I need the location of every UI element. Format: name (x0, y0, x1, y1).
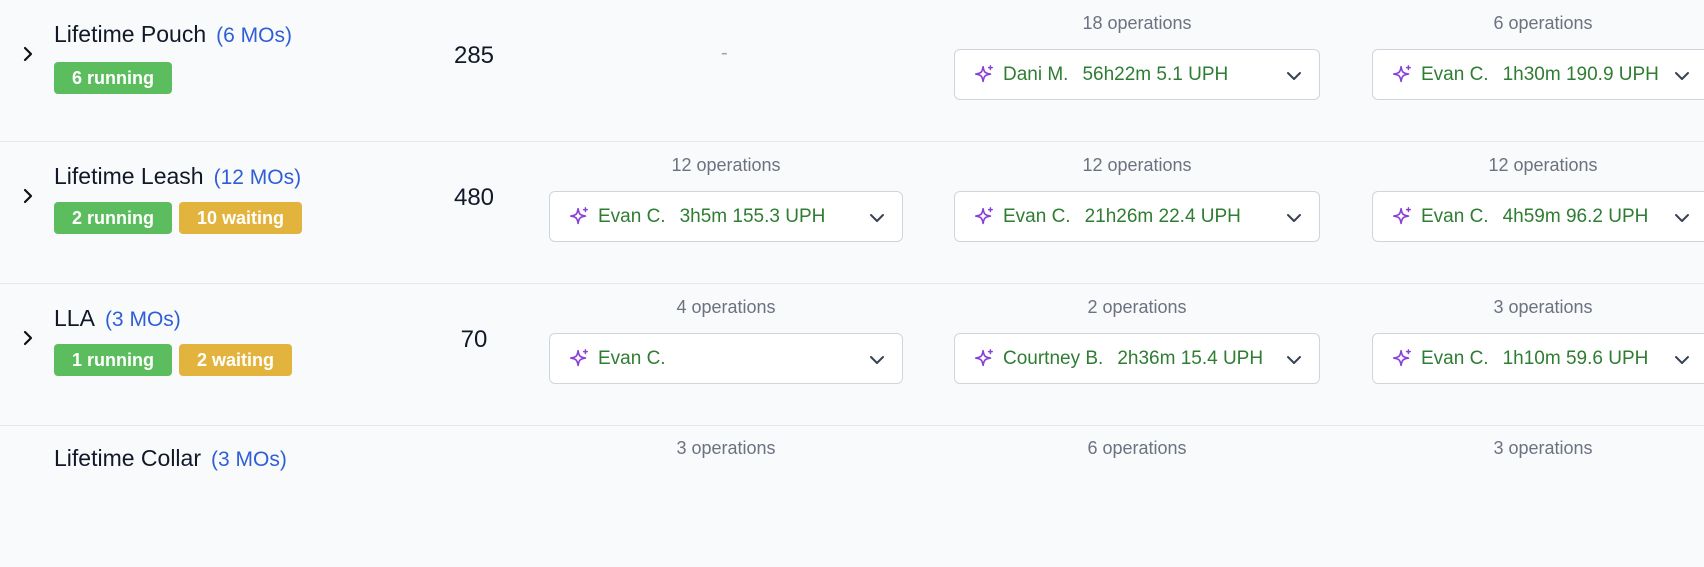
assignee-dropdown[interactable]: Evan C. 3h5m 155.3 UPH (549, 191, 903, 242)
operations-count: 4 operations (676, 297, 776, 317)
sparkle-icon (1392, 348, 1411, 366)
product-name: Lifetime Pouch (54, 21, 207, 47)
mo-count-link[interactable]: (12 MOs) (214, 166, 302, 189)
status-badges: 6 running (54, 62, 172, 94)
chevron-right-icon[interactable] (18, 44, 38, 64)
assignee-name: Evan C. (1421, 347, 1489, 369)
chevron-down-icon (1675, 72, 1689, 80)
assignee-metrics: 1h30m 190.9 UPH (1502, 63, 1659, 85)
status-badges: 1 running 2 waiting (54, 344, 293, 376)
waiting-badge: 10 waiting (179, 202, 303, 234)
assignee-dropdown[interactable]: Evan C. 21h26m 22.4 UPH (954, 191, 1320, 242)
assignee-dropdown[interactable]: Courtney B. 2h36m 15.4 UPH (954, 333, 1320, 384)
operations-count: 2 operations (1087, 297, 1187, 317)
operations-count: 6 operations (1493, 13, 1593, 33)
sparkle-icon (569, 348, 588, 366)
chevron-down-icon (1287, 356, 1301, 364)
status-badges: 2 running 10 waiting (54, 202, 303, 234)
product-title: Lifetime Leash (12 MOs) (54, 163, 301, 190)
product-name: Lifetime Leash (54, 163, 204, 189)
chevron-right-icon[interactable] (18, 186, 38, 206)
assignee-metrics: 4h59m 96.2 UPH (1502, 205, 1649, 227)
assignee-dropdown[interactable]: Evan C. (549, 333, 903, 384)
quantity: 70 (460, 326, 488, 353)
assignee-metrics: 21h26m 22.4 UPH (1084, 205, 1241, 227)
product-title: Lifetime Pouch (6 MOs) (54, 21, 292, 48)
assignee-name: Evan C. (598, 205, 666, 227)
table-row: LLA (3 MOs) 1 running 2 waiting 70 4 oper… (0, 284, 1704, 426)
assignee-metrics: 56h22m 5.1 UPH (1082, 63, 1229, 85)
chevron-down-icon (1675, 356, 1689, 364)
product-title: Lifetime Collar (3 MOs) (54, 445, 287, 472)
quantity: 480 (453, 184, 495, 211)
assignee-name: Dani M. (1003, 63, 1069, 85)
chevron-down-icon (1287, 72, 1301, 80)
assignee-name: Evan C. (1421, 63, 1489, 85)
operations-count: 12 operations (1082, 155, 1192, 175)
mo-count-link[interactable]: (6 MOs) (216, 24, 292, 47)
operations-count: 3 operations (1493, 297, 1593, 317)
operations-count: 3 operations (676, 438, 776, 458)
chevron-down-icon (1287, 214, 1301, 222)
mo-count-link[interactable]: (3 MOs) (211, 448, 287, 471)
assignee-dropdown[interactable]: Evan C. 1h30m 190.9 UPH (1372, 49, 1704, 100)
running-badge: 1 running (54, 344, 172, 376)
product-title: LLA (3 MOs) (54, 305, 181, 332)
assignee-name: Evan C. (1003, 205, 1071, 227)
sparkle-icon (974, 64, 993, 82)
table-row: Lifetime Pouch (6 MOs) 6 running 285 - 18… (0, 0, 1704, 142)
assignee-metrics: 1h10m 59.6 UPH (1502, 347, 1649, 369)
sparkle-icon (569, 206, 588, 224)
chevron-down-icon (870, 214, 884, 222)
running-badge: 6 running (54, 62, 172, 94)
quantity: 285 (453, 42, 495, 69)
product-name: LLA (54, 305, 95, 331)
product-name: Lifetime Collar (54, 445, 201, 471)
sparkle-icon (1392, 64, 1411, 82)
operations-count: 6 operations (1087, 438, 1187, 458)
assignee-name: Evan C. (1421, 205, 1489, 227)
chevron-down-icon (870, 356, 884, 364)
operations-count: 3 operations (1493, 438, 1593, 458)
table-row: Lifetime Leash (12 MOs) 2 running 10 wait… (0, 142, 1704, 284)
sparkle-icon (974, 348, 993, 366)
assignee-name: Courtney B. (1003, 347, 1104, 369)
waiting-badge: 2 waiting (179, 344, 293, 376)
operations-count: 12 operations (1488, 155, 1598, 175)
chevron-down-icon (1675, 214, 1689, 222)
mo-count-link[interactable]: (3 MOs) (105, 308, 181, 331)
running-badge: 2 running (54, 202, 172, 234)
chevron-right-icon[interactable] (18, 328, 38, 348)
operations-count: 18 operations (1082, 13, 1192, 33)
assignee-name: Evan C. (598, 347, 666, 369)
empty-operation-cell: - (721, 42, 728, 64)
assignee-dropdown[interactable]: Evan C. 1h10m 59.6 UPH (1372, 333, 1704, 384)
sparkle-icon (974, 206, 993, 224)
assignee-metrics: 2h36m 15.4 UPH (1117, 347, 1264, 369)
operations-count: 12 operations (671, 155, 781, 175)
sparkle-icon (1392, 206, 1411, 224)
table-row: Lifetime Collar (3 MOs) 3 operations 6 op… (0, 426, 1704, 567)
assignee-metrics: 3h5m 155.3 UPH (679, 205, 826, 227)
assignee-dropdown[interactable]: Evan C. 4h59m 96.2 UPH (1372, 191, 1704, 242)
assignee-dropdown[interactable]: Dani M. 56h22m 5.1 UPH (954, 49, 1320, 100)
